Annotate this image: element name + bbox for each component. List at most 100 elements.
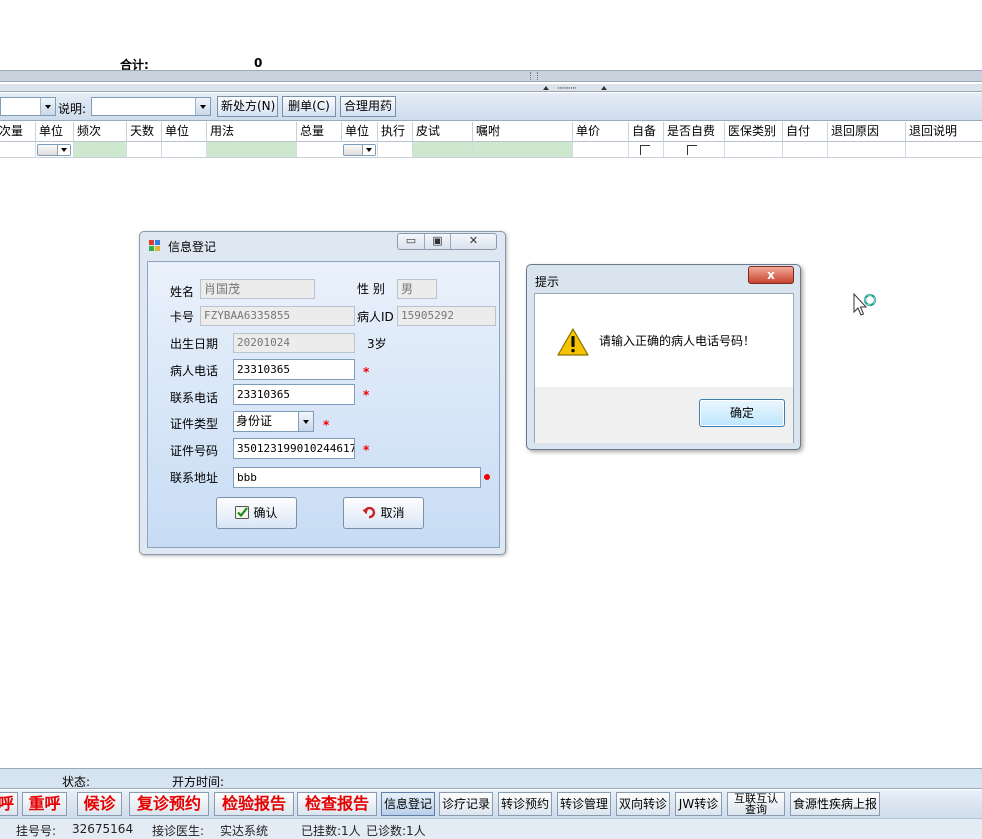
unit-select[interactable]: [343, 144, 376, 156]
desc-select[interactable]: [91, 97, 211, 116]
column-header[interactable]: 频次: [73, 122, 126, 142]
splitter-grip-icon[interactable]: [530, 72, 538, 80]
column-header[interactable]: 医保类别: [724, 122, 782, 142]
grid-cell[interactable]: [73, 142, 126, 157]
grid-cell[interactable]: [296, 142, 341, 157]
minimize-icon[interactable]: ▭: [398, 234, 424, 249]
column-header[interactable]: 单价: [572, 122, 628, 142]
close-icon[interactable]: ✕: [450, 234, 496, 249]
waiting-button[interactable]: 候诊: [77, 792, 122, 816]
table-row[interactable]: [0, 142, 982, 158]
column-header[interactable]: 退回说明: [905, 122, 982, 142]
prescription-grid-header: 次量 单位 频次 天数 单位 用法 总量 单位 执行 皮试 嘱咐 单价 自备 是…: [0, 122, 982, 142]
exam-report-button[interactable]: 检查报告: [297, 792, 377, 816]
required-mark: *: [323, 418, 330, 432]
maximize-icon[interactable]: ▣: [424, 234, 450, 249]
grid-cell[interactable]: [724, 142, 782, 157]
rational-drug-button[interactable]: 合理用药: [340, 96, 396, 117]
column-header[interactable]: 次量: [0, 122, 35, 142]
name-label: 姓名: [170, 285, 195, 299]
cancel-button[interactable]: 取消: [343, 497, 424, 529]
grid-cell[interactable]: [905, 142, 982, 157]
collapse-up-icon[interactable]: [543, 86, 549, 90]
grid-cell[interactable]: [377, 142, 412, 157]
confirm-button[interactable]: 确认: [216, 497, 297, 529]
prescription-type-select[interactable]: [0, 97, 56, 116]
self-provided-checkbox[interactable]: [640, 145, 650, 155]
prescribe-time-label: 开方时间:: [172, 775, 225, 789]
lab-report-button[interactable]: 检验报告: [214, 792, 294, 816]
grid-cell[interactable]: [412, 142, 472, 157]
panel-splitter[interactable]: [0, 70, 982, 82]
chevron-down-icon[interactable]: [298, 412, 313, 431]
collapse-splitter[interactable]: [0, 84, 982, 92]
call-button[interactable]: 呼: [0, 792, 18, 816]
contact-phone-label: 联系电话: [170, 391, 219, 405]
grid-cell[interactable]: [472, 142, 572, 157]
patient-id-label: 病人ID: [357, 310, 394, 324]
chevron-down-icon[interactable]: [40, 98, 55, 115]
chevron-down-icon[interactable]: [195, 98, 210, 115]
column-header[interactable]: 自付: [782, 122, 827, 142]
self-pay-checkbox[interactable]: [687, 145, 697, 155]
registered-count: 已挂数:1人: [301, 824, 361, 838]
required-mark: *: [363, 365, 370, 379]
jw-referral-button[interactable]: JW转诊: [675, 792, 722, 816]
gender-field: 男: [397, 279, 437, 299]
info-register-button[interactable]: 信息登记: [381, 792, 435, 816]
treatment-record-button[interactable]: 诊疗记录: [439, 792, 493, 816]
grid-cell[interactable]: [206, 142, 296, 157]
id-number-input[interactable]: 350123199010244617: [233, 438, 355, 459]
column-header[interactable]: 是否自费: [663, 122, 724, 142]
referral-manage-button[interactable]: 转诊管理: [557, 792, 611, 816]
grid-cell[interactable]: [126, 142, 161, 157]
patient-phone-input[interactable]: 23310365: [233, 359, 355, 380]
column-header[interactable]: 皮试: [412, 122, 472, 142]
recall-button[interactable]: 重呼: [22, 792, 67, 816]
state-label: 状态:: [62, 775, 91, 789]
alert-title: 提示: [535, 275, 560, 289]
column-header[interactable]: 自备: [628, 122, 663, 142]
birth-date-label: 出生日期: [170, 337, 219, 351]
foodborne-disease-report-button[interactable]: 食源性疾病上报: [790, 792, 880, 816]
desc-label: 说明:: [58, 102, 87, 116]
close-icon[interactable]: x: [748, 266, 794, 284]
delete-prescription-button[interactable]: 删单(C): [282, 96, 336, 117]
address-input[interactable]: bbb: [233, 467, 481, 488]
column-header[interactable]: 嘱咐: [472, 122, 572, 142]
unit-select[interactable]: [37, 144, 71, 156]
ok-button[interactable]: 确定: [699, 399, 785, 427]
collapse-up-icon[interactable]: [601, 86, 607, 90]
dialog-form: 姓名 肖国茂 性 别 男 卡号 FZYBAA6335855 病人ID 15905…: [147, 261, 500, 548]
action-bar: 呼 重呼 候诊 复诊预约 检验报告 检查报告 信息登记 诊疗记录 转诊预约 转诊…: [0, 790, 982, 818]
column-header[interactable]: 单位: [341, 122, 377, 142]
grid-cell[interactable]: [161, 142, 206, 157]
referral-booking-button[interactable]: 转诊预约: [498, 792, 552, 816]
column-header[interactable]: 天数: [126, 122, 161, 142]
column-header[interactable]: 单位: [35, 122, 73, 142]
column-header[interactable]: 单位: [161, 122, 206, 142]
confirm-label: 确认: [253, 506, 278, 520]
column-header[interactable]: 退回原因: [827, 122, 905, 142]
column-header[interactable]: 用法: [206, 122, 296, 142]
alert-dialog: 提示 x 请输入正确的病人电话号码！ 确定: [526, 264, 801, 450]
grid-cell[interactable]: [572, 142, 628, 157]
column-header[interactable]: 执行: [377, 122, 412, 142]
chevron-down-icon[interactable]: [362, 145, 375, 155]
contact-phone-input[interactable]: 23310365: [233, 384, 355, 405]
doctor-label: 接诊医生:: [152, 824, 205, 838]
chevron-down-icon[interactable]: [57, 145, 70, 155]
column-header[interactable]: 总量: [296, 122, 341, 142]
new-prescription-button[interactable]: 新处方(N): [217, 96, 278, 117]
grid-cell[interactable]: [827, 142, 905, 157]
doctor-value: 实达系统: [220, 824, 269, 838]
id-type-select[interactable]: 身份证: [233, 411, 314, 432]
mutual-recognition-query-button[interactable]: 互联互认 查询: [727, 792, 785, 816]
patient-id-field: 15905292: [397, 306, 496, 326]
gender-label: 性 别: [357, 282, 385, 296]
followup-booking-button[interactable]: 复诊预约: [129, 792, 209, 816]
grid-cell[interactable]: [782, 142, 827, 157]
two-way-referral-button[interactable]: 双向转诊: [616, 792, 670, 816]
check-icon: [235, 500, 250, 519]
id-type-label: 证件类型: [170, 417, 219, 431]
